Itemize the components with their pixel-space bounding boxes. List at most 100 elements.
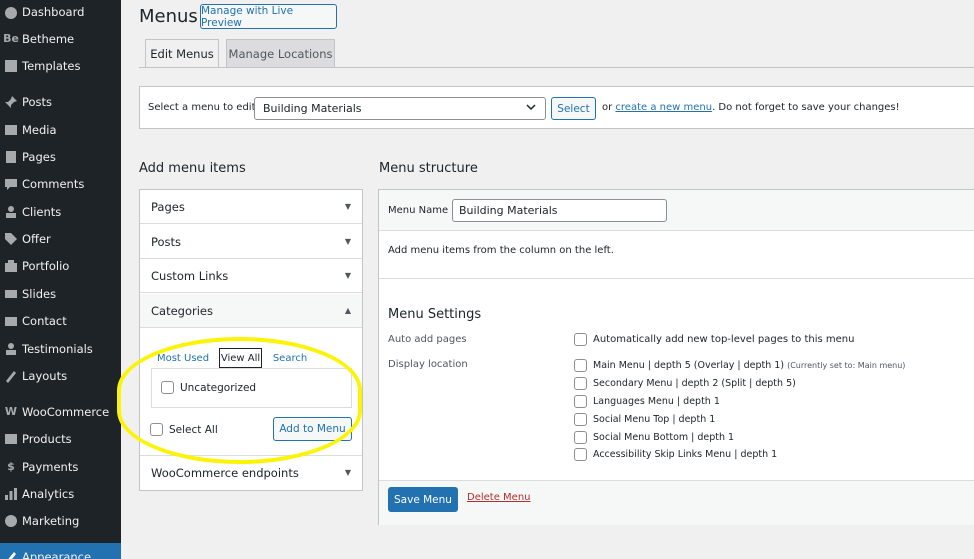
caret-up-icon: ▲ xyxy=(344,306,351,315)
location-checkbox[interactable] xyxy=(574,359,587,372)
or-text: or xyxy=(602,102,613,113)
accordion-posts[interactable]: Posts ▼ xyxy=(140,225,362,259)
main-content: Menus Manage with Live Preview Edit Menu… xyxy=(121,0,974,559)
woocommerce-icon: W xyxy=(4,405,18,418)
location-label: Languages Menu | depth 1 xyxy=(593,396,720,407)
tab-manage-locations[interactable]: Manage Locations xyxy=(226,39,335,68)
accordion-label: Custom Links xyxy=(151,268,229,283)
sidebar-item-label: Analytics xyxy=(22,486,75,501)
sidebar-item-woocommerce[interactable]: W WooCommerce xyxy=(0,398,121,425)
save-menu-button[interactable]: Save Menu xyxy=(388,487,458,512)
menu-select-dropdown[interactable]: Building Materials xyxy=(254,97,546,120)
live-preview-button[interactable]: Manage with Live Preview xyxy=(200,4,337,29)
page-title: Menus xyxy=(139,6,198,27)
select-all-checkbox[interactable] xyxy=(150,423,163,436)
menu-structure-heading: Menu structure xyxy=(379,161,478,176)
auto-add-checkbox[interactable] xyxy=(574,333,587,346)
sidebar-item-contact[interactable]: Contact xyxy=(0,307,121,334)
create-menu-link[interactable]: create a new menu xyxy=(615,102,712,113)
sidebar-item-posts[interactable]: Posts xyxy=(0,88,121,115)
sidebar-item-analytics[interactable]: Analytics xyxy=(0,480,121,507)
select-bar-hint: or create a new menu. Do not forget to s… xyxy=(602,102,900,113)
sidebar-item-appearance[interactable]: Appearance xyxy=(0,543,121,559)
tab-most-used[interactable]: Most Used xyxy=(152,348,214,368)
add-to-menu-button[interactable]: Add to Menu xyxy=(273,417,352,441)
sidebar-item-label: Payments xyxy=(22,459,79,474)
appearance-icon xyxy=(0,550,22,559)
products-icon xyxy=(0,432,22,446)
sidebar-item-dashboard[interactable]: Dashboard xyxy=(0,0,121,25)
caret-down-icon: ▼ xyxy=(344,271,351,280)
sidebar-item-label: Posts xyxy=(22,94,53,109)
sidebar-item-label: Testimonials xyxy=(22,341,93,356)
sidebar-item-label: Betheme xyxy=(22,31,75,46)
portfolio-icon xyxy=(0,259,22,273)
sidebar-item-templates[interactable]: Templates xyxy=(0,52,121,79)
tab-search[interactable]: Search xyxy=(268,348,312,368)
sidebar-item-marketing[interactable]: Marketing xyxy=(0,507,121,534)
accordion-woocommerce-endpoints[interactable]: WooCommerce endpoints ▼ xyxy=(140,455,362,489)
sidebar-item-slides[interactable]: Slides xyxy=(0,280,121,307)
location-label: Secondary Menu | depth 2 (Split | depth … xyxy=(593,378,796,389)
select-button[interactable]: Select xyxy=(551,97,596,120)
payments-icon: $ xyxy=(7,460,15,473)
location-checkbox[interactable] xyxy=(574,431,587,444)
sidebar-item-label: Marketing xyxy=(22,513,80,528)
location-checkbox[interactable] xyxy=(574,448,587,461)
tag-icon xyxy=(0,232,22,246)
clients-icon xyxy=(0,205,22,219)
sidebar-item-payments[interactable]: $ Payments xyxy=(0,453,121,480)
tab-view-all[interactable]: View All xyxy=(219,348,262,368)
sidebar-item-pages[interactable]: Pages xyxy=(0,143,121,170)
sidebar-item-layouts[interactable]: Layouts xyxy=(0,362,121,389)
category-checkbox[interactable] xyxy=(161,381,174,394)
tab-divider xyxy=(139,67,974,68)
sidebar-item-label: Products xyxy=(22,431,72,446)
select-menu-label: Select a menu to edit: xyxy=(148,102,259,113)
location-label: Social Menu Top | depth 1 xyxy=(593,414,716,425)
auto-add-label: Auto add pages xyxy=(388,334,467,345)
sidebar-item-label: Clients xyxy=(22,204,62,219)
sidebar-item-testimonials[interactable]: Testimonials xyxy=(0,335,121,362)
accordion-label: Pages xyxy=(151,199,185,214)
analytics-icon xyxy=(0,487,22,501)
accordion-pages[interactable]: Pages ▼ xyxy=(140,190,362,224)
chevron-down-icon xyxy=(526,104,536,111)
add-items-accordion: Pages ▼ Posts ▼ Custom Links ▼ Categorie… xyxy=(139,189,363,491)
pages-icon xyxy=(0,150,22,164)
templates-icon xyxy=(0,59,22,73)
display-location-label: Display location xyxy=(388,359,468,370)
location-checkbox[interactable] xyxy=(574,413,587,426)
betheme-icon: Be xyxy=(3,32,19,45)
location-label: Social Menu Bottom | depth 1 xyxy=(593,432,735,443)
sidebar-item-label: Layouts xyxy=(22,368,68,383)
location-name: Main Menu | depth 5 (Overlay | depth 1) xyxy=(593,360,785,371)
sidebar-item-products[interactable]: Products xyxy=(0,425,121,452)
location-label: Accessibility Skip Links Menu | depth 1 xyxy=(593,449,778,460)
sidebar-item-media[interactable]: Media xyxy=(0,116,121,143)
sidebar-item-offer[interactable]: Offer xyxy=(0,225,121,252)
sidebar-item-clients[interactable]: Clients xyxy=(0,198,121,225)
location-checkbox[interactable] xyxy=(574,395,587,408)
tab-edit-menus[interactable]: Edit Menus xyxy=(145,39,219,68)
testimonials-icon xyxy=(0,342,22,356)
menu-name-label: Menu Name xyxy=(388,205,449,216)
sidebar-item-portfolio[interactable]: Portfolio xyxy=(0,252,121,279)
add-menu-items-heading: Add menu items xyxy=(139,161,246,176)
delete-menu-link[interactable]: Delete Menu xyxy=(467,492,531,503)
accordion-categories[interactable]: Categories ▲ xyxy=(140,294,362,328)
sidebar-item-label: Pages xyxy=(22,149,56,164)
slides-icon xyxy=(0,287,22,301)
settings-divider xyxy=(379,278,974,279)
sidebar-item-comments[interactable]: Comments xyxy=(0,170,121,197)
pin-icon xyxy=(0,95,22,109)
sidebar-item-betheme[interactable]: Be Betheme xyxy=(0,25,121,52)
menu-name-input[interactable]: Building Materials xyxy=(452,199,667,222)
save-reminder: . Do not forget to save your changes! xyxy=(712,102,900,113)
accordion-custom-links[interactable]: Custom Links ▼ xyxy=(140,259,362,293)
menu-name-bar: Menu Name Building Materials xyxy=(379,190,974,231)
location-checkbox[interactable] xyxy=(574,377,587,390)
accordion-label: Categories xyxy=(151,303,213,318)
layouts-icon xyxy=(0,369,22,383)
dashboard-icon xyxy=(0,5,22,19)
